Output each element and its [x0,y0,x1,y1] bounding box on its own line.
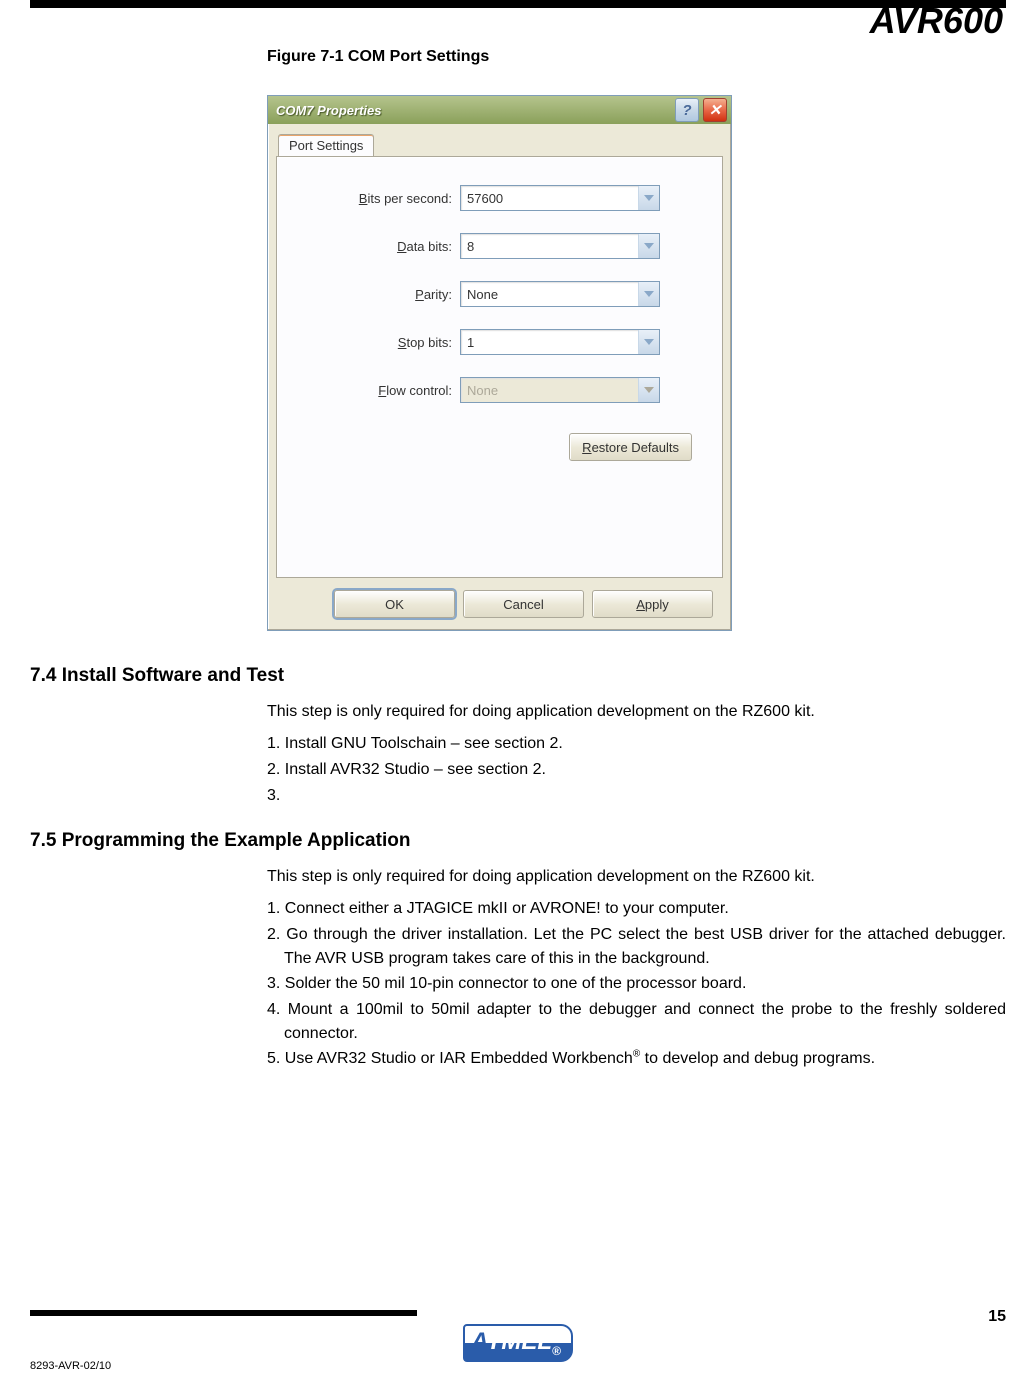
bits-per-second-label: Bits per second: [277,191,460,206]
parity-combo[interactable]: None [460,281,660,307]
ok-button[interactable]: OK [334,590,455,618]
atmel-logo: ATMEL® [0,1324,1036,1362]
s75-item2: 2. Go through the driver installation. L… [267,923,1006,970]
stop-bits-value: 1 [461,335,638,350]
tab-panel: Bits per second: 57600 Data bits: 8 Pari… [276,156,723,578]
bits-per-second-combo[interactable]: 57600 [460,185,660,211]
data-bits-value: 8 [461,239,638,254]
data-bits-combo[interactable]: 8 [460,233,660,259]
chevron-down-icon [638,330,659,354]
dialog-titlebar: COM7 Properties ? ✕ [268,96,731,124]
parity-value: None [461,287,638,302]
heading-7-5: 7.5 Programming the Example Application [30,830,410,852]
help-button[interactable]: ? [675,98,699,122]
s74-item1: 1. Install GNU Toolschain – see section … [267,732,1006,756]
restore-defaults-button[interactable]: Restore Defaults [569,433,692,461]
figure-caption: Figure 7-1 COM Port Settings [267,48,489,66]
page-number: 15 [988,1308,1006,1326]
chevron-down-icon [638,282,659,306]
apply-button[interactable]: Apply [592,590,713,618]
s74-item2: 2. Install AVR32 Studio – see section 2. [267,758,1006,782]
footer-rule [30,1310,417,1316]
dialog-title: COM7 Properties [276,103,671,118]
bits-per-second-value: 57600 [461,191,638,206]
flow-control-combo[interactable]: None [460,377,660,403]
document-title: AVR600 [870,0,1003,42]
stop-bits-label: Stop bits: [277,335,460,350]
header-rule [30,0,1006,8]
s74-item3: 3. [267,784,1006,808]
s75-item1: 1. Connect either a JTAGICE mkII or AVRO… [267,897,1006,921]
s75-item4: 4. Mount a 100mil to 50mil adapter to th… [267,998,1006,1045]
heading-7-4: 7.4 Install Software and Test [30,665,284,687]
s75-item5: 5. Use AVR32 Studio or IAR Embedded Work… [267,1047,1006,1071]
close-icon: ✕ [709,101,722,119]
flow-control-label: Flow control: [277,383,460,398]
com-port-settings-dialog: COM7 Properties ? ✕ Port Settings Bits p… [267,95,732,631]
s75-item3: 3. Solder the 50 mil 10-pin connector to… [267,972,1006,996]
data-bits-label: Data bits: [277,239,460,254]
tab-port-settings[interactable]: Port Settings [278,134,374,156]
stop-bits-combo[interactable]: 1 [460,329,660,355]
document-code: 8293-AVR-02/10 [30,1360,111,1372]
chevron-down-icon [638,378,659,402]
chevron-down-icon [638,186,659,210]
s74-intro: This step is only required for doing app… [267,700,1006,724]
s75-intro: This step is only required for doing app… [267,865,1006,889]
cancel-button[interactable]: Cancel [463,590,584,618]
chevron-down-icon [638,234,659,258]
close-button[interactable]: ✕ [703,98,727,122]
flow-control-value: None [461,383,638,398]
parity-label: Parity: [277,287,460,302]
